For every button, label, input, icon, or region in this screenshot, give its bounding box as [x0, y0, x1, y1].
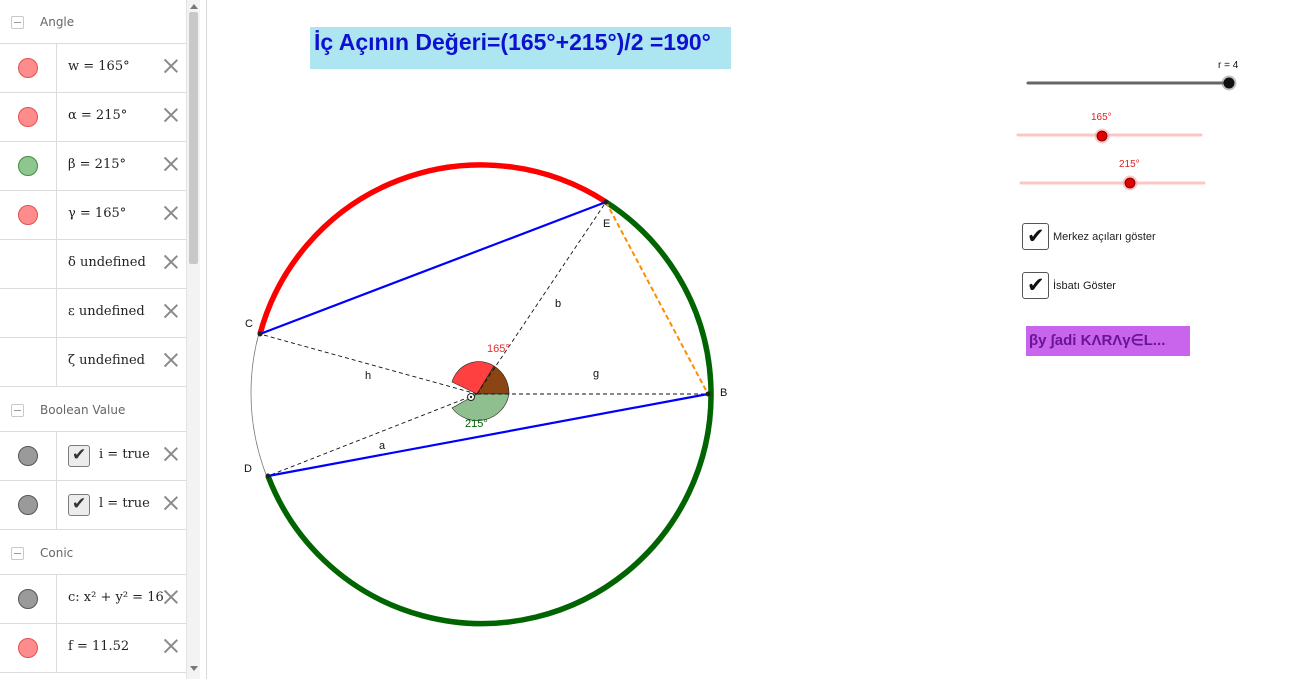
visibility-marble-beta[interactable] [18, 156, 38, 176]
expression-w[interactable]: w = 165° [68, 59, 130, 74]
delete-icon[interactable] [162, 57, 180, 75]
slider-angle1-label: 165° [1091, 112, 1112, 123]
delete-icon[interactable] [162, 637, 180, 655]
delete-icon[interactable] [162, 588, 180, 606]
algebra-scrollbar[interactable] [186, 0, 200, 679]
title-text[interactable]: İç Açının Değeri=(165°+215°)/2 =190° [310, 27, 731, 69]
expression-i[interactable]: i = true [99, 447, 150, 462]
checkmark-icon: ✔ [72, 445, 87, 465]
angle-label-green: 215° [465, 418, 488, 430]
checkmark-icon: ✔ [1027, 224, 1045, 248]
expression-c[interactable]: c: x² + y² = 16 [68, 590, 164, 605]
slider-angle2-label: 215° [1119, 159, 1140, 170]
author-label: βy ∫adi KΛRΛγ∈L... [1026, 326, 1190, 356]
radius-h[interactable] [259, 333, 478, 395]
checkbox-show-proof-label[interactable]: İsbatı Göster [1053, 280, 1116, 292]
expression-l[interactable]: l = true [99, 496, 150, 511]
expression-zeta[interactable]: ζ undefined [68, 353, 145, 368]
expression-epsilon[interactable]: ε undefined [68, 304, 145, 319]
group-header-angle[interactable]: Angle [0, 0, 186, 44]
slider-r-handle[interactable] [1223, 77, 1235, 89]
delete-icon[interactable] [162, 494, 180, 512]
visibility-marble-c[interactable] [18, 589, 38, 609]
label-point-c: C [245, 318, 253, 330]
checkbox-center-angles-label[interactable]: Merkez açıları göster [1053, 231, 1156, 243]
expression-beta[interactable]: β = 215° [68, 157, 126, 172]
visibility-marble-i[interactable] [18, 446, 38, 466]
algebra-row-epsilon[interactable]: ε undefined [0, 289, 186, 338]
group-label-angle: Angle [40, 15, 75, 29]
delete-icon[interactable] [162, 106, 180, 124]
algebra-row-delta[interactable]: δ undefined [0, 240, 186, 289]
slider-angle1-handle[interactable] [1096, 130, 1108, 142]
expression-gamma[interactable]: γ = 165° [68, 206, 126, 221]
expression-alpha[interactable]: α = 215° [68, 108, 127, 123]
visibility-marble-w[interactable] [18, 58, 38, 78]
expression-delta[interactable]: δ undefined [68, 255, 146, 270]
group-label-boolean: Boolean Value [40, 403, 126, 417]
scrollbar-thumb[interactable] [189, 12, 198, 264]
label-point-b: B [720, 387, 727, 399]
label-segment-g: g [593, 368, 599, 380]
checkbox-show-proof[interactable]: ✔ [1022, 272, 1049, 299]
collapse-conic-button[interactable] [11, 547, 24, 560]
radius-b[interactable] [476, 201, 607, 395]
geogebra-app: Angle w = 165° α = 215° β = 215° γ = 165… [0, 0, 1296, 679]
checkmark-icon: ✔ [72, 494, 87, 514]
delete-icon[interactable] [162, 155, 180, 173]
scroll-up-icon[interactable] [190, 4, 198, 9]
graphics-view[interactable]: C D E B h b g a 165° 215° r = 4 165° 215… [207, 0, 1296, 679]
algebra-row-zeta[interactable]: ζ undefined [0, 338, 186, 387]
delete-icon[interactable] [162, 253, 180, 271]
algebra-row-alpha[interactable]: α = 215° [0, 93, 186, 142]
algebra-row-i[interactable]: ✔ i = true [0, 432, 186, 481]
label-point-e: E [603, 218, 610, 230]
radius-a[interactable] [267, 393, 478, 477]
angle-label-red: 165° [487, 343, 510, 355]
scroll-down-icon[interactable] [190, 666, 198, 671]
slider-angle2-handle[interactable] [1124, 177, 1136, 189]
chord-ce[interactable] [259, 200, 607, 336]
algebra-row-l[interactable]: ✔ l = true [0, 481, 186, 530]
boolean-checkbox-i[interactable]: ✔ [68, 445, 90, 467]
group-label-conic: Conic [40, 546, 74, 560]
algebra-row-beta[interactable]: β = 215° [0, 142, 186, 191]
label-segment-a: a [379, 440, 386, 452]
algebra-row-w[interactable]: w = 165° [0, 44, 186, 93]
algebra-row-c[interactable]: c: x² + y² = 16 [0, 575, 186, 624]
point-d[interactable] [265, 473, 271, 479]
algebra-row-f[interactable]: f = 11.52 [0, 624, 186, 673]
collapse-angle-button[interactable] [11, 16, 24, 29]
slider-r-label: r = 4 [1218, 60, 1239, 71]
visibility-marble-gamma[interactable] [18, 205, 38, 225]
delete-icon[interactable] [162, 204, 180, 222]
label-point-d: D [244, 463, 252, 475]
group-header-conic[interactable]: Conic [0, 531, 186, 575]
algebra-view: Angle w = 165° α = 215° β = 215° γ = 165… [0, 0, 186, 679]
checkbox-center-angles[interactable]: ✔ [1022, 223, 1049, 250]
visibility-marble-l[interactable] [18, 495, 38, 515]
sector-green [451, 393, 510, 421]
collapse-boolean-button[interactable] [11, 404, 24, 417]
label-segment-h: h [365, 370, 371, 382]
visibility-marble-alpha[interactable] [18, 107, 38, 127]
label-segment-b: b [555, 298, 561, 310]
algebra-row-gamma[interactable]: γ = 165° [0, 191, 186, 240]
point-e[interactable] [603, 199, 609, 205]
boolean-checkbox-l[interactable]: ✔ [68, 494, 90, 516]
delete-icon[interactable] [162, 445, 180, 463]
point-b[interactable] [705, 391, 711, 397]
delete-icon[interactable] [162, 302, 180, 320]
group-header-boolean[interactable]: Boolean Value [0, 388, 186, 432]
center-dot [469, 395, 473, 399]
checkmark-icon: ✔ [1027, 273, 1045, 297]
visibility-marble-f[interactable] [18, 638, 38, 658]
delete-icon[interactable] [162, 351, 180, 369]
expression-f[interactable]: f = 11.52 [68, 639, 129, 654]
point-c[interactable] [257, 331, 263, 337]
